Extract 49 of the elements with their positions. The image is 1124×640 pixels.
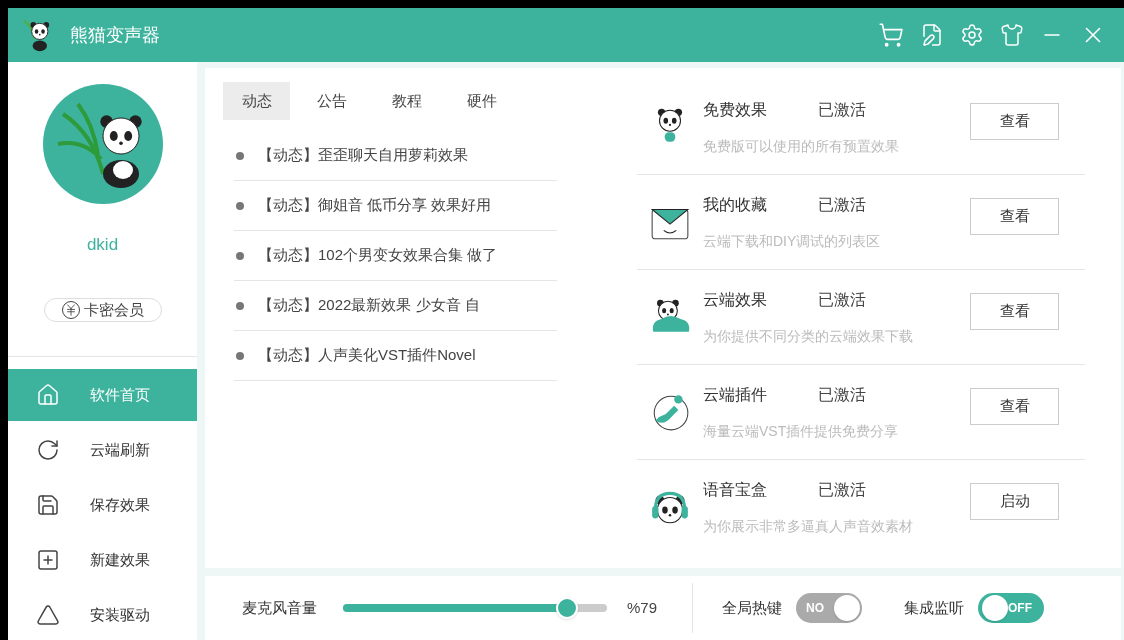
toggle-label: 集成监听: [904, 597, 964, 618]
feature-description: 云端下载和DIY调试的列表区: [703, 231, 881, 251]
slider-thumb[interactable]: [556, 597, 579, 619]
feature-description: 海量云端VST插件提供免费分享: [703, 421, 899, 441]
feature-title: 语音宝盒: [703, 480, 768, 500]
refresh-icon: [36, 438, 60, 462]
sidebar-item[interactable]: 保存效果: [8, 479, 197, 531]
news-tab[interactable]: 硬件: [448, 82, 515, 120]
feature-title: 云端效果: [703, 289, 768, 310]
username: dkid: [86, 234, 119, 256]
save-icon: [36, 493, 60, 517]
feature-description: 为你提供不同分类的云端效果下载: [703, 326, 913, 346]
news-link[interactable]: 【动态】歪歪聊天自用萝莉效果: [258, 144, 468, 167]
action-button[interactable]: 查看: [970, 292, 1059, 330]
window-title: 熊猫变声器: [70, 23, 160, 47]
status-label: 已激活: [818, 384, 866, 405]
action-button[interactable]: 启动: [970, 483, 1059, 520]
cart-icon[interactable]: [878, 22, 904, 48]
action-button[interactable]: 查看: [970, 387, 1059, 425]
triangle-icon: [36, 603, 60, 627]
status-label: 已激活: [818, 480, 866, 500]
feature-title: 我的收藏: [703, 194, 768, 215]
feature-title: 云端插件: [703, 384, 768, 405]
feature-title: 免费效果: [703, 99, 768, 120]
mic-volume-label: 麦克风音量: [242, 597, 318, 618]
status-label: 已激活: [818, 194, 866, 215]
settings-icon[interactable]: [960, 23, 984, 47]
status-label: 已激活: [818, 289, 866, 310]
sidebar-item[interactable]: 云端刷新: [8, 424, 197, 476]
action-button[interactable]: 查看: [970, 102, 1059, 140]
shirt-icon[interactable]: [1000, 23, 1024, 47]
news-link[interactable]: 【动态】102个男变女效果合集 做了: [258, 244, 498, 267]
action-button[interactable]: 查看: [970, 197, 1059, 235]
add-square-icon: [36, 548, 60, 572]
sidebar-item[interactable]: 安装驱动: [8, 589, 197, 640]
news-tab[interactable]: 公告: [298, 82, 365, 120]
volume-reading: %79: [627, 597, 659, 618]
edit-note-icon[interactable]: [920, 23, 944, 47]
feature-description: 免费版可以使用的所有预置效果: [703, 136, 899, 156]
news-tab[interactable]: 动态: [223, 82, 290, 120]
home-icon: [36, 383, 60, 407]
news-link[interactable]: 【动态】人声美化VST插件Novel: [258, 344, 476, 367]
feature-description: 为你展示非常多逼真人声音效素材: [703, 517, 913, 536]
news-link[interactable]: 【动态】御姐音 低币分享 效果好用: [258, 194, 492, 217]
toggle-label: 全局热键: [722, 597, 782, 618]
news-link[interactable]: 【动态】2022最新效果 少女音 自: [258, 294, 480, 317]
news-tab[interactable]: 教程: [373, 82, 440, 120]
sidebar-item[interactable]: 新建效果: [8, 534, 197, 586]
status-label: 已激活: [818, 99, 866, 120]
